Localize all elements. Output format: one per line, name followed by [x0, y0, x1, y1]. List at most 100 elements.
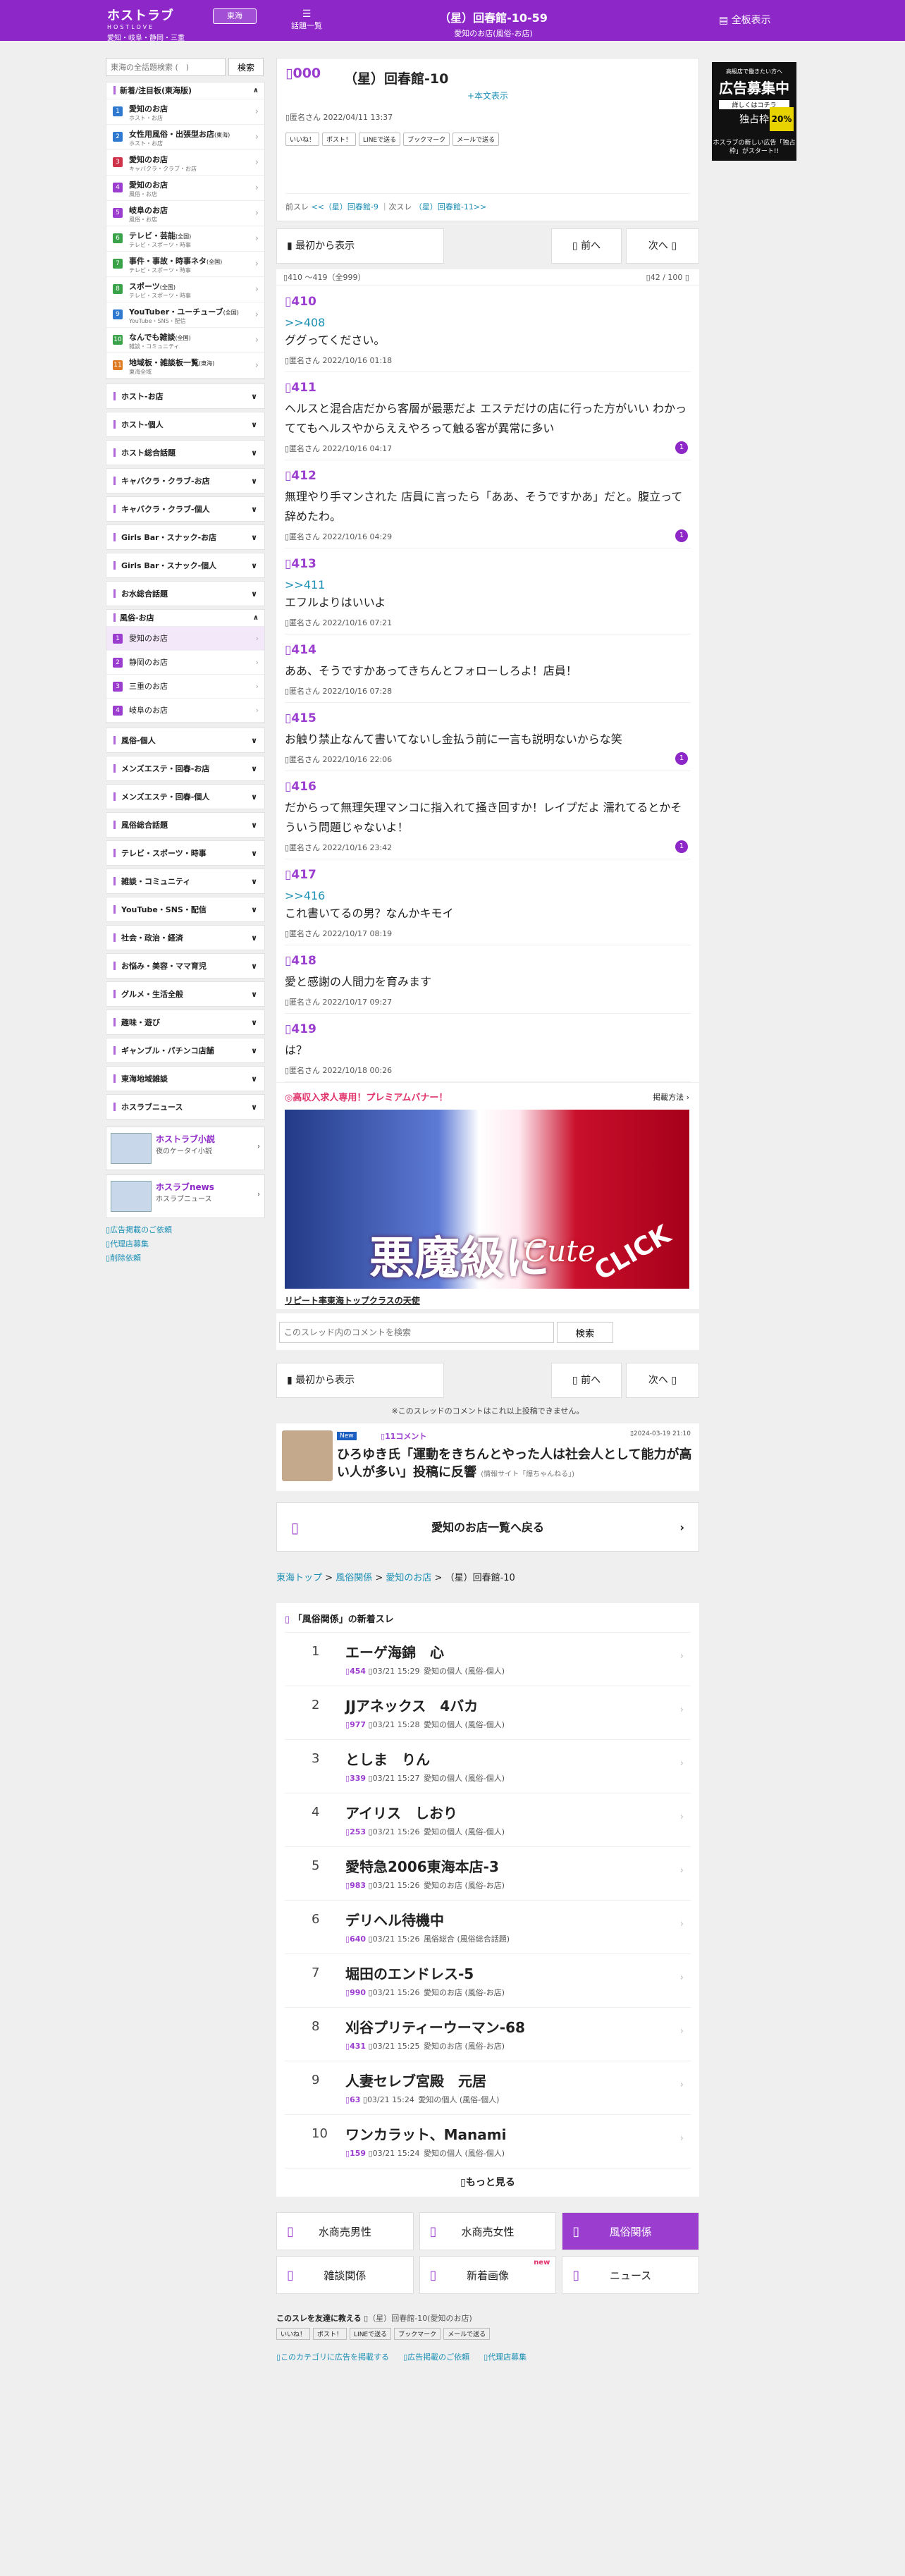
sidebar-category[interactable]: ホスト-お店 ∨ — [106, 384, 265, 409]
sidebar-category[interactable]: お水総合話題 ∨ — [106, 581, 265, 606]
sidebar-category[interactable]: 東海地域雑談 ∨ — [106, 1066, 265, 1091]
premium-banner-image[interactable]: 悪魔級に Cute CLICK — [285, 1110, 689, 1289]
new-thread-item[interactable]: 8 刈谷プリティーウーマン-68 ▯431 ▯03/21 15:25 愛知のお店 (… — [285, 2008, 691, 2061]
new-thread-item[interactable]: 10 ワンカラット、Manami ▯159 ▯03/21 15:24 愛知の個人 (… — [285, 2115, 691, 2169]
new-thread-item[interactable]: 1 エーゲ海錦 心 ▯454 ▯03/21 15:29 愛知の個人 (風俗-個人) › — [285, 1633, 691, 1686]
share-button[interactable]: ポスト！ — [313, 2328, 347, 2340]
sidebar-item[interactable]: 1 愛知のお店 ホスト・お店 › — [106, 99, 264, 125]
more-button[interactable]: ▯もっと見る — [285, 2169, 691, 2197]
area-button[interactable]: 東海 — [213, 8, 257, 24]
sidebar-item[interactable]: 9 YouTuber・ユーチューブ(全国) YouTube・SNS・配信 › — [106, 302, 264, 328]
new-thread-item[interactable]: 2 JJアネックス 4バカ ▯977 ▯03/21 15:28 愛知の個人 (風俗-… — [285, 1686, 691, 1740]
post-number[interactable]: ▯413 — [285, 557, 691, 571]
pager-page[interactable]: ▯42 / 100 ▯ — [646, 269, 689, 286]
sidebar-link[interactable]: ▯広告掲載のご依頼 — [106, 1224, 265, 1235]
category-tab[interactable]: ▯ 水商売男性 — [276, 2212, 414, 2250]
sidebar-category[interactable]: ギャンブル・パチンコ店舗 ∨ — [106, 1038, 265, 1063]
sidebar-category[interactable]: グルメ・生活全般 ∨ — [106, 981, 265, 1007]
category-tab[interactable]: ▯ 新着画像 new — [419, 2256, 557, 2294]
prev-page-button[interactable]: ▯ 前へ — [551, 1363, 622, 1398]
sidebar-search-input[interactable] — [106, 58, 226, 76]
new-thread-item[interactable]: 4 アイリス しおり ▯253 ▯03/21 15:26 愛知の個人 (風俗-個人)… — [285, 1793, 691, 1847]
post-number[interactable]: ▯417 — [285, 868, 691, 882]
thread-index-button[interactable]: ☰ 話題一覧 — [285, 8, 328, 31]
comment-search-button[interactable]: 検索 — [557, 1322, 613, 1343]
sidebar-item[interactable]: 4 愛知のお店 風俗・お店 › — [106, 176, 264, 201]
sidebar-item[interactable]: 11 地域板・雑談板一覧(東海) 東海全域 › — [106, 353, 264, 379]
post-number[interactable]: ▯419 — [285, 1022, 691, 1036]
breadcrumb-link[interactable]: 東海トップ — [276, 1573, 322, 1583]
share-button[interactable]: ブックマーク — [403, 133, 450, 146]
back-to-list-button[interactable]: ▯ 愛知のお店一覧へ戻る › — [276, 1502, 699, 1552]
sidebar-link[interactable]: ▯代理店募集 — [106, 1238, 265, 1249]
right-ad[interactable]: 高級店で働きたい方へ 広告募集中 詳しくはコチラ 独占枠 20% ホスラブの新し… — [712, 62, 796, 161]
full-board-button[interactable]: ▤ 全板表示 — [719, 13, 771, 27]
first-page-button[interactable]: ▮ 最初から表示 — [276, 228, 444, 264]
reply-count-badge[interactable]: 1 — [675, 529, 688, 542]
footer-link[interactable]: ▯このカテゴリに広告を掲載する — [276, 2351, 389, 2362]
new-thread-item[interactable]: 9 人妻セレブ宮殿 元居 ▯63 ▯03/21 15:24 愛知の個人 (風俗-個人… — [285, 2061, 691, 2115]
sidebar-category[interactable]: ホスラブニュース ∨ — [106, 1094, 265, 1120]
footer-link[interactable]: ▯広告掲載のご依頼 — [403, 2351, 469, 2362]
prev-thread-link[interactable]: <<（星）回春館-9 — [312, 202, 378, 211]
reply-count-badge[interactable]: 1 — [675, 441, 688, 454]
reply-anchor-link[interactable]: >>416 — [285, 889, 691, 902]
share-button[interactable]: いいね！ — [285, 133, 320, 146]
sidebar-category[interactable]: Girls Bar・スナック-お店 ∨ — [106, 525, 265, 550]
share-button[interactable]: ブックマーク — [394, 2328, 441, 2340]
sidebar-category[interactable]: メンズエステ・回春-お店 ∨ — [106, 756, 265, 781]
sidebar-category[interactable]: お悩み・美容・ママ育児 ∨ — [106, 953, 265, 979]
sidebar-category[interactable]: テレビ・スポーツ・時事 ∨ — [106, 840, 265, 866]
sidebar-category[interactable]: 風俗総合話題 ∨ — [106, 812, 265, 838]
post-number[interactable]: ▯411 — [285, 381, 691, 395]
sidebar-item[interactable]: 8 スポーツ(全国) テレビ・スポーツ・時事 › — [106, 277, 264, 302]
post-number[interactable]: ▯415 — [285, 711, 691, 725]
sidebar-link[interactable]: ▯削除依頼 — [106, 1252, 265, 1263]
new-thread-item[interactable]: 3 としま りん ▯339 ▯03/21 15:27 愛知の個人 (風俗-個人) › — [285, 1740, 691, 1793]
share-button[interactable]: メールで送る — [443, 2328, 491, 2340]
sidebar-category[interactable]: YouTube・SNS・配信 ∨ — [106, 897, 265, 922]
sidebar-category[interactable]: 趣味・遊び ∨ — [106, 1010, 265, 1035]
site-logo[interactable]: ホストラブ HOSTLOVE 愛知・岐阜・静岡・三重 — [107, 6, 185, 42]
sidebar-search-button[interactable]: 検索 — [228, 58, 264, 76]
post-number[interactable]: ▯418 — [285, 954, 691, 968]
new-thread-item[interactable]: 7 堀田のエンドレス-5 ▯990 ▯03/21 15:26 愛知のお店 (風俗-お… — [285, 1954, 691, 2008]
comment-search-input[interactable] — [279, 1322, 554, 1343]
category-tab[interactable]: ▯ ニュース — [562, 2256, 699, 2294]
next-thread-link[interactable]: （星）回春館-11>> — [414, 202, 486, 211]
show-body-link[interactable]: +本文表示 — [285, 90, 690, 102]
sidebar-item[interactable]: 5 岐阜のお店 風俗・お店 › — [106, 201, 264, 226]
side-banner[interactable]: ホストラブ小説 夜のケータイ小説 › — [106, 1127, 265, 1170]
sidebar-category[interactable]: キャバクラ・クラブ-個人 ∨ — [106, 496, 265, 522]
sidebar-category[interactable]: ホスト総合話題 ∨ — [106, 440, 265, 465]
sidebar-subitem[interactable]: 2 静岡のお店 › — [106, 651, 264, 675]
new-thread-item[interactable]: 6 デリヘル待機中 ▯640 ▯03/21 15:26 風俗総合 (風俗総合話題) › — [285, 1901, 691, 1954]
news-summary-card[interactable]: New ▯11コメント ▯2024-03-19 21:10 ひろゆき氏「運動をき… — [276, 1423, 699, 1491]
footer-link[interactable]: ▯代理店募集 — [484, 2351, 527, 2362]
reply-count-badge[interactable]: 1 — [675, 752, 688, 765]
category-tab[interactable]: ▯ 雑談関係 — [276, 2256, 414, 2294]
sidebar-category[interactable]: 雑談・コミュニティ ∨ — [106, 869, 265, 894]
sidebar-item[interactable]: 2 女性用風俗・出張型お店(東海) ホスト・お店 › — [106, 125, 264, 150]
premium-banner-caption[interactable]: リピート率東海トップクラスの天使 — [285, 1294, 420, 1306]
post-number[interactable]: ▯410 — [285, 295, 691, 309]
first-page-button[interactable]: ▮ 最初から表示 — [276, 1363, 444, 1398]
sidebar-item[interactable]: 10 なんでも雑談(全国) 雑談・コミュニティ › — [106, 328, 264, 353]
next-page-button[interactable]: 次へ ▯ — [626, 1363, 699, 1398]
post-number[interactable]: ▯412 — [285, 469, 691, 483]
prev-page-button[interactable]: ▯ 前へ — [551, 228, 622, 264]
sidebar-item[interactable]: 7 事件・事故・時事ネタ(全国) テレビ・スポーツ・時事 › — [106, 252, 264, 277]
premium-howto-link[interactable]: 掲載方法 › — [653, 1091, 689, 1103]
reply-anchor-link[interactable]: >>408 — [285, 316, 691, 329]
sidebar-category[interactable]: Girls Bar・スナック-個人 ∨ — [106, 553, 265, 578]
share-button[interactable]: LINEで送る — [350, 2328, 392, 2340]
new-boards-header[interactable]: 新着/注目板(東海版) ∧ — [106, 82, 264, 99]
post-number[interactable]: ▯414 — [285, 643, 691, 657]
reply-count-badge[interactable]: 1 — [675, 840, 688, 853]
breadcrumb-link[interactable]: 風俗関係 — [335, 1573, 372, 1583]
sidebar-category[interactable]: キャバクラ・クラブ-お店 ∨ — [106, 468, 265, 493]
sidebar-item[interactable]: 3 愛知のお店 キャバクラ・クラブ・お店 › — [106, 150, 264, 176]
reply-anchor-link[interactable]: >>411 — [285, 578, 691, 591]
sidebar-subitem[interactable]: 1 愛知のお店 › — [106, 627, 264, 651]
fuzoku-header[interactable]: 風俗-お店 ∧ — [106, 610, 264, 627]
